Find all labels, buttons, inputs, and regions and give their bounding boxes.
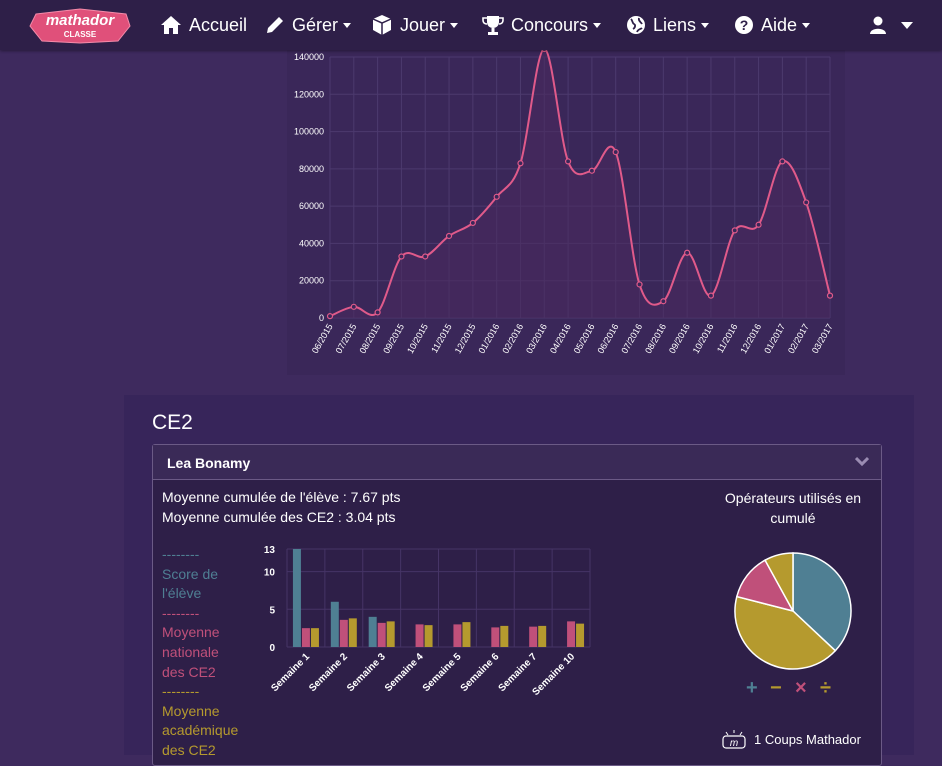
nav-liens[interactable]: Liens bbox=[626, 0, 710, 50]
nav-liens-label: Liens bbox=[653, 14, 697, 35]
operators-pie-chart bbox=[734, 552, 852, 670]
plus-icon: + bbox=[746, 677, 758, 699]
caret-down-icon bbox=[701, 22, 710, 28]
question-circle-icon: ? bbox=[735, 16, 753, 34]
nav-accueil-label: Accueil bbox=[189, 14, 248, 35]
caret-down-icon bbox=[802, 22, 811, 28]
nav-aide-label: Aide bbox=[761, 14, 798, 35]
pencil-icon bbox=[267, 17, 283, 33]
nav-jouer-label: Jouer bbox=[400, 14, 446, 35]
coups-mathador: m 1 Coups Mathador bbox=[720, 728, 861, 750]
caret-down-icon bbox=[450, 22, 459, 28]
mathador-stamp-icon: m bbox=[722, 730, 746, 749]
nav-accueil[interactable]: Accueil bbox=[160, 0, 247, 50]
trophy-icon bbox=[482, 16, 504, 35]
globe-icon bbox=[627, 16, 645, 34]
nav-gerer[interactable]: Gérer bbox=[265, 0, 352, 50]
user-icon bbox=[870, 16, 886, 34]
logo-subword: CLASSE bbox=[64, 30, 97, 39]
top-navbar: mathador CLASSE Accueil Gérer Jouer Conc… bbox=[0, 0, 942, 50]
logo-word: mathador bbox=[46, 12, 116, 29]
coups-mathador-label: 1 Coups Mathador bbox=[754, 731, 861, 747]
nav-concours-label: Concours bbox=[511, 14, 589, 35]
home-icon bbox=[161, 16, 181, 34]
user-menu[interactable] bbox=[868, 0, 913, 50]
caret-down-icon bbox=[901, 21, 913, 29]
divide-icon: ÷ bbox=[820, 677, 831, 699]
caret-down-icon bbox=[593, 22, 602, 28]
stamp-letter: m bbox=[730, 738, 738, 749]
nav-concours[interactable]: Concours bbox=[482, 0, 602, 50]
svg-text:?: ? bbox=[740, 17, 749, 33]
caret-down-icon bbox=[343, 22, 352, 28]
minus-icon: − bbox=[770, 677, 782, 699]
nav-jouer[interactable]: Jouer bbox=[371, 0, 459, 50]
nav-aide[interactable]: ? Aide bbox=[734, 0, 811, 50]
cube-icon bbox=[372, 15, 392, 35]
times-icon: × bbox=[795, 677, 807, 699]
mathador-logo[interactable]: mathador CLASSE bbox=[28, 8, 132, 44]
nav-gerer-label: Gérer bbox=[292, 14, 339, 35]
